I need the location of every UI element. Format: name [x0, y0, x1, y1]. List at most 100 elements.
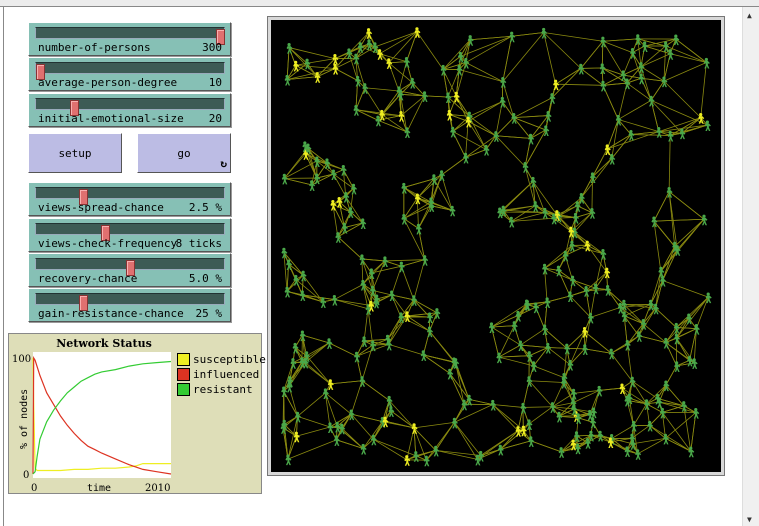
person-head	[423, 255, 427, 259]
person-head	[347, 48, 351, 52]
person-head	[305, 58, 309, 62]
person-head	[475, 454, 480, 458]
person-head	[370, 285, 375, 289]
legend-susceptible: susceptible	[177, 352, 266, 367]
slider-track[interactable]	[35, 98, 225, 116]
person-head	[300, 357, 304, 361]
slider-gain-resistance-chance[interactable]: gain-resistance-chance 25 %	[28, 288, 231, 322]
person-head	[416, 223, 421, 227]
person-node	[285, 454, 292, 466]
person-head	[565, 343, 569, 347]
link	[668, 135, 671, 192]
link	[576, 176, 593, 206]
person-head	[349, 409, 353, 413]
person-head	[637, 331, 641, 335]
slider-track[interactable]	[35, 27, 225, 45]
person-head	[692, 358, 696, 362]
slider-number-of-persons[interactable]: number-of-persons 300	[28, 22, 231, 56]
person-node	[693, 408, 700, 419]
person-body	[511, 324, 518, 332]
person-node	[608, 348, 615, 360]
scroll-down-icon[interactable]: ▼	[747, 515, 752, 524]
slider-average-person-degree[interactable]: average-person-degree 10	[28, 57, 231, 91]
person-head	[405, 127, 409, 131]
person-head	[441, 64, 445, 69]
link	[317, 68, 336, 78]
link	[381, 90, 400, 115]
link	[649, 425, 691, 452]
link	[676, 317, 690, 328]
person-head	[371, 434, 375, 438]
person-head	[380, 109, 384, 114]
person-body	[500, 80, 507, 88]
person-body	[398, 114, 405, 122]
person-body	[320, 300, 327, 308]
person-head	[439, 170, 444, 174]
person-head	[458, 51, 463, 56]
link	[413, 427, 437, 451]
person-head	[528, 133, 533, 137]
slider-initial-emotional-size[interactable]: initial-emotional-size 20	[28, 93, 231, 127]
person-head	[446, 92, 450, 96]
link	[566, 331, 585, 349]
person-head	[452, 417, 456, 421]
link	[435, 450, 478, 460]
person-node	[499, 96, 506, 108]
scroll-up-icon[interactable]: ▲	[747, 11, 752, 20]
go-button[interactable]: go ↻	[137, 133, 231, 173]
slider-track[interactable]	[35, 258, 225, 276]
interface-border	[3, 7, 4, 526]
legend-swatch	[177, 368, 190, 381]
person-node	[589, 208, 596, 219]
person-body	[331, 298, 338, 306]
person-node	[511, 321, 518, 332]
link	[676, 337, 690, 361]
person-head	[630, 47, 635, 52]
slider-track[interactable]	[35, 293, 225, 311]
link	[387, 315, 408, 340]
person-head	[655, 393, 660, 397]
person-head	[561, 377, 566, 382]
world-view[interactable]	[267, 16, 725, 476]
person-head	[571, 398, 575, 402]
person-head	[287, 42, 291, 47]
person-head	[570, 240, 574, 244]
person-head	[668, 49, 672, 53]
person-head	[397, 86, 401, 90]
person-node	[404, 127, 411, 138]
legend-label: resistant	[193, 383, 253, 396]
slider-recovery-chance[interactable]: recovery-chance 5.0 %	[28, 253, 231, 287]
person-head	[512, 321, 516, 325]
person-head	[402, 182, 406, 187]
link	[655, 307, 677, 328]
slider-views-check-frequency[interactable]: views-check-frequency 8 ticks	[28, 218, 231, 252]
person-body	[326, 341, 333, 349]
person-node	[496, 352, 503, 364]
person-node	[701, 214, 708, 226]
slider-track[interactable]	[35, 62, 225, 80]
person-body	[499, 100, 506, 108]
person-node	[353, 105, 360, 116]
vertical-scrollbar[interactable]: ▲ ▼	[742, 7, 759, 526]
links	[282, 31, 709, 461]
person-head	[575, 443, 580, 447]
person-body	[333, 438, 340, 446]
person-head	[544, 125, 548, 129]
slider-views-spread-chance[interactable]: views-spread-chance 2.5 %	[28, 182, 231, 216]
person-head	[516, 310, 520, 315]
person-head	[451, 126, 455, 131]
link	[284, 177, 312, 186]
person-node	[588, 430, 595, 442]
person-head	[585, 437, 590, 442]
person-node	[389, 290, 396, 302]
slider-track[interactable]	[35, 187, 225, 205]
person-body	[667, 134, 674, 142]
person-body	[662, 436, 669, 445]
link	[623, 304, 644, 324]
setup-button[interactable]: setup	[28, 133, 122, 173]
link	[373, 438, 408, 461]
person-head	[699, 113, 703, 117]
slider-track[interactable]	[35, 223, 225, 241]
person-head	[572, 227, 576, 231]
link	[381, 94, 401, 115]
